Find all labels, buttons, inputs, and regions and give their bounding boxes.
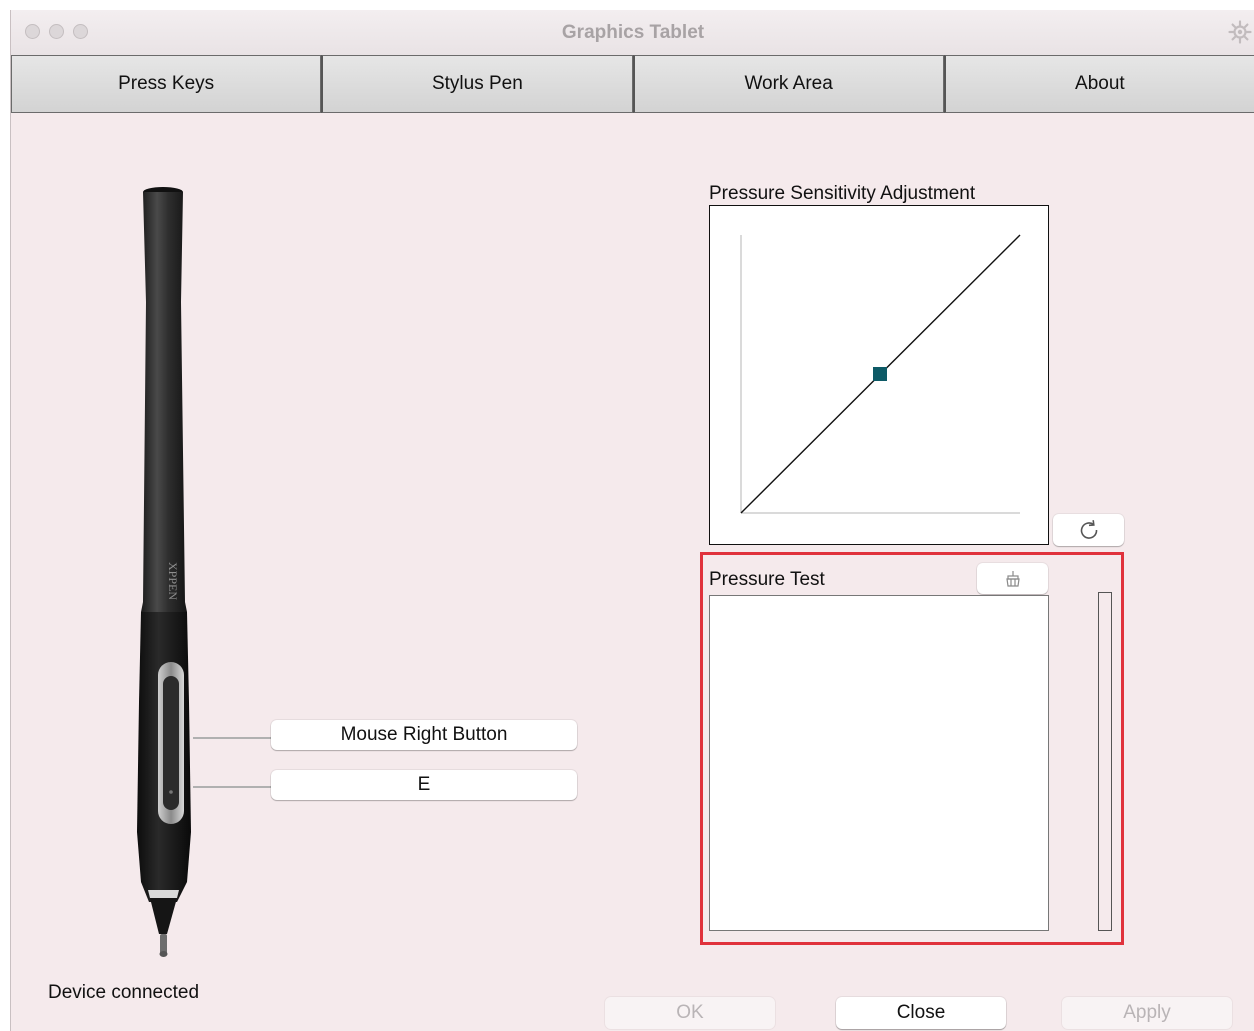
tab-bar: Press Keys Stylus Pen Work Area About: [11, 55, 1254, 113]
tab-about[interactable]: About: [943, 55, 1254, 113]
gear-icon[interactable]: [1228, 20, 1252, 44]
ok-button[interactable]: OK: [605, 997, 775, 1029]
curve-control-point[interactable]: [873, 367, 887, 381]
pressure-test-label: Pressure Test: [709, 569, 825, 590]
tab-work-area[interactable]: Work Area: [632, 55, 944, 113]
clear-test-button[interactable]: [977, 563, 1048, 594]
reset-curve-button[interactable]: [1053, 514, 1124, 546]
apply-button[interactable]: Apply: [1062, 997, 1232, 1029]
title-bar: Graphics Tablet: [11, 10, 1254, 55]
graphics-tablet-window: Graphics Tablet Press Keys Stylus Pen Wo…: [10, 10, 1254, 1031]
pressure-curve-editor[interactable]: [709, 205, 1049, 545]
tab-stylus-pen[interactable]: Stylus Pen: [321, 55, 633, 113]
pressure-test-canvas[interactable]: [709, 595, 1049, 931]
device-status: Device connected: [48, 982, 200, 1003]
close-button[interactable]: Close: [836, 997, 1006, 1029]
lower-button-connector: [193, 786, 271, 788]
pressure-curve-graph: [740, 234, 1021, 514]
upper-pen-button-field[interactable]: Mouse Right Button: [271, 720, 577, 750]
stylus-pen-image: XPPEN: [137, 187, 191, 957]
refresh-icon: [1080, 520, 1097, 539]
pen-brand-text: XPPEN: [166, 562, 180, 600]
lower-pen-button-field[interactable]: E: [271, 770, 577, 800]
broom-icon: [1005, 570, 1020, 587]
window-title: Graphics Tablet: [561, 22, 705, 43]
pressure-sensitivity-label: Pressure Sensitivity Adjustment: [709, 183, 976, 204]
tab-press-keys[interactable]: Press Keys: [11, 55, 322, 113]
pressure-level-bar: [1098, 592, 1112, 931]
upper-button-connector: [193, 737, 271, 739]
